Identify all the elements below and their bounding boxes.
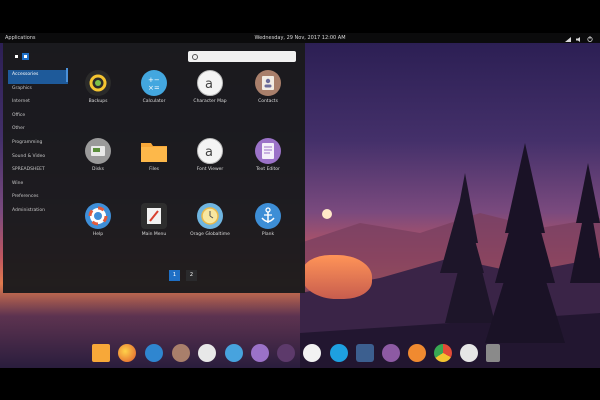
app-label: Text Editor [256, 167, 280, 172]
search-input[interactable] [188, 51, 296, 62]
lake [302, 255, 372, 299]
category-graphics[interactable]: Graphics [8, 84, 68, 98]
app-label: Character Map [193, 99, 227, 104]
category-accessories[interactable]: Accessories [8, 70, 68, 84]
category-spreadsheet[interactable]: SPREADSHEET [8, 165, 68, 179]
svg-text:a: a [205, 77, 213, 90]
calendar-dock-icon[interactable] [198, 344, 216, 362]
category-internet[interactable]: Internet [8, 97, 68, 111]
app-font-viewer[interactable]: a Font Viewer [190, 138, 230, 172]
svg-text:a: a [205, 145, 213, 158]
app-label: Backups [88, 99, 108, 104]
app-store-dock-icon[interactable] [382, 344, 400, 362]
browser-dock-icon[interactable] [145, 344, 163, 362]
app-label: Font Viewer [196, 167, 224, 172]
category-scrollbar[interactable] [66, 68, 68, 82]
category-office[interactable]: Office [8, 111, 68, 125]
music-dock-icon[interactable] [408, 344, 426, 362]
power-icon[interactable] [587, 35, 593, 42]
app-disks[interactable]: Disks [78, 138, 118, 172]
app-help[interactable]: Help [78, 203, 118, 237]
category-view-button[interactable] [22, 53, 29, 60]
sun [322, 209, 332, 219]
app-main-menu[interactable]: Main Menu [134, 203, 174, 237]
dots-dock-icon[interactable] [277, 344, 295, 362]
main-menu-icon [141, 203, 167, 229]
font-viewer-icon: a [197, 138, 223, 164]
volume-icon[interactable] [576, 36, 581, 42]
category-other[interactable]: Other [8, 124, 68, 138]
photos-dock-icon[interactable] [356, 344, 374, 362]
chrome-dock-icon[interactable] [434, 344, 452, 362]
clock[interactable]: Wednesday, 29 Nov, 2017 12:00 AM [0, 33, 600, 43]
disks-icon [85, 138, 111, 164]
folder-icon [141, 138, 167, 164]
app-files[interactable]: Files [134, 138, 174, 172]
page-indicator: 1 2 [169, 270, 197, 281]
app-label: Orage Globaltime [190, 232, 230, 237]
files-dock-icon[interactable] [92, 344, 110, 362]
app-orage-globaltime[interactable]: Orage Globaltime [190, 203, 230, 237]
clock-icon [197, 203, 223, 229]
contacts-icon [255, 70, 281, 96]
system-tray [565, 33, 593, 43]
grid-view-button[interactable] [13, 53, 20, 60]
help-icon [85, 203, 111, 229]
view-toggle [13, 53, 29, 60]
vlc-dock-icon[interactable] [303, 344, 321, 362]
page-1-button[interactable]: 1 [169, 270, 180, 281]
app-character-map[interactable]: a Character Map [190, 70, 230, 104]
calculator-icon: +− ×= [141, 70, 167, 96]
app-label: Disks [91, 167, 104, 172]
app-label: Contacts [258, 99, 278, 104]
category-wine[interactable]: Wine [8, 179, 68, 193]
settings-dock-icon[interactable] [460, 344, 478, 362]
app-text-editor[interactable]: Text Editor [248, 138, 288, 172]
svg-text:+−: +− [148, 76, 160, 84]
skype-dock-icon[interactable] [330, 344, 348, 362]
app-backups[interactable]: Backups [78, 70, 118, 104]
category-list: Accessories Graphics Internet Office Oth… [8, 70, 68, 220]
anchor-icon [255, 203, 281, 229]
mail-dock-icon[interactable] [225, 344, 243, 362]
backup-icon [85, 70, 111, 96]
firefox-dock-icon[interactable] [118, 344, 136, 362]
app-contacts[interactable]: Contacts [248, 70, 288, 104]
network-icon[interactable] [565, 36, 571, 42]
top-panel: Applications Wednesday, 29 Nov, 2017 12:… [0, 33, 600, 43]
trash-dock-icon[interactable] [486, 344, 500, 362]
app-label: Help [92, 232, 104, 237]
search-icon [192, 54, 198, 60]
category-programming[interactable]: Programming [8, 138, 68, 152]
svg-text:×=: ×= [148, 84, 160, 91]
app-label: Calculator [142, 99, 166, 104]
app-label: Plank [261, 232, 275, 237]
page-2-button[interactable]: 2 [186, 270, 197, 281]
category-sound-video[interactable]: Sound & Video [8, 152, 68, 166]
app-calculator[interactable]: +− ×= Calculator [134, 70, 174, 104]
contacts-dock-icon[interactable] [172, 344, 190, 362]
character-map-icon: a [197, 70, 223, 96]
app-plank[interactable]: Plank [248, 203, 288, 237]
category-administration[interactable]: Administration [8, 206, 68, 220]
dock [88, 340, 513, 364]
app-label: Files [149, 167, 159, 172]
document-dock-icon[interactable] [251, 344, 269, 362]
text-editor-icon [255, 138, 281, 164]
category-preferences[interactable]: Preferences [8, 192, 68, 206]
app-label: Main Menu [141, 232, 167, 237]
